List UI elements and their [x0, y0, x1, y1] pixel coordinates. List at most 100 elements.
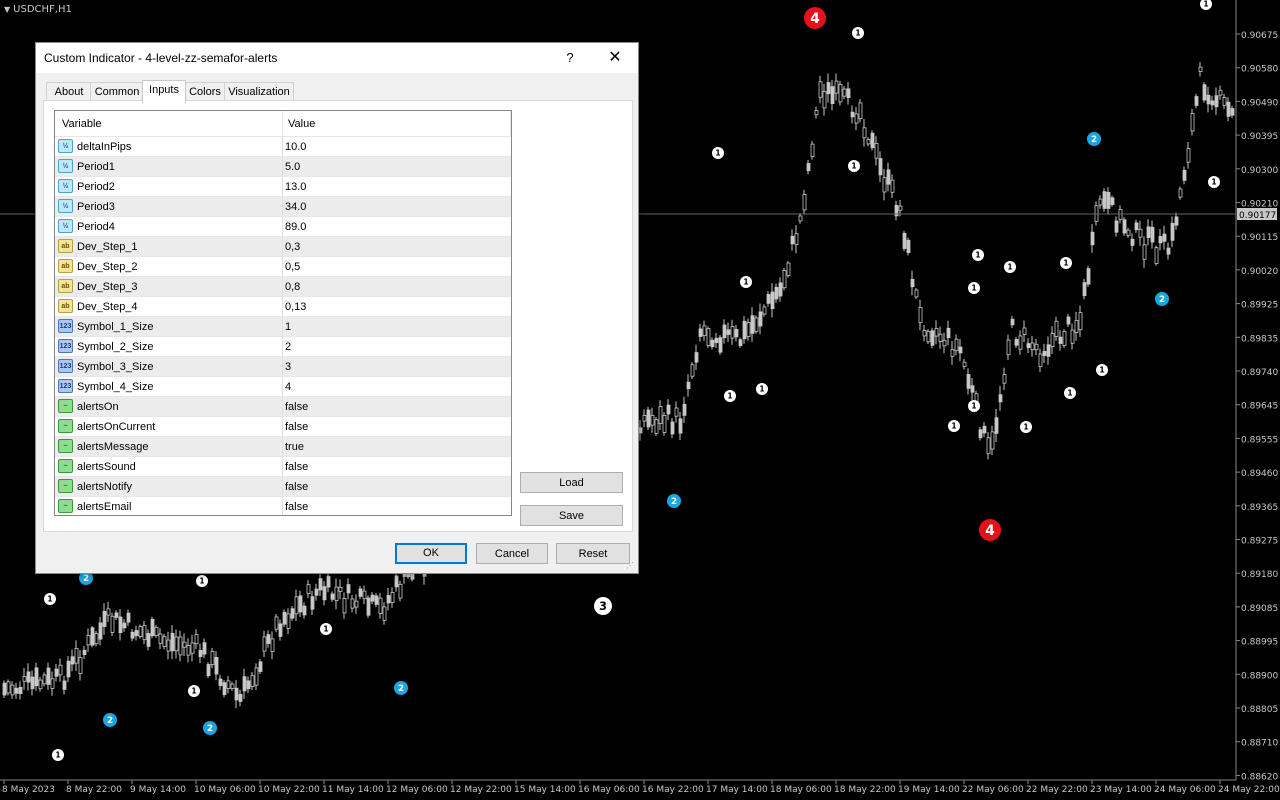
- candle-body: [958, 346, 963, 354]
- table-row[interactable]: ab Dev_Step_3 0,8: [55, 277, 511, 297]
- variable-value[interactable]: 34.0: [285, 201, 306, 213]
- candle-body: [1014, 339, 1019, 346]
- variable-value[interactable]: 5.0: [285, 161, 300, 173]
- table-row[interactable]: ½ Period4 89.0: [55, 217, 511, 237]
- variable-value[interactable]: 0,8: [285, 281, 300, 293]
- candle-body: [174, 636, 179, 652]
- candle-body: [198, 650, 203, 657]
- variable-value[interactable]: 4: [285, 381, 291, 393]
- candle-body: [806, 163, 811, 172]
- variable-value[interactable]: 89.0: [285, 221, 306, 233]
- candle-body: [234, 687, 239, 701]
- variable-value[interactable]: false: [285, 501, 308, 513]
- header-variable[interactable]: Variable: [62, 118, 102, 130]
- inputs-table[interactable]: Variable Value ½ deltaInPips 10.0 ½ Period1 5…: [54, 110, 512, 516]
- table-row[interactable]: ab Dev_Step_4 0,13: [55, 297, 511, 317]
- candle-body: [994, 417, 999, 434]
- candle-body: [710, 339, 715, 348]
- candle-body: [66, 660, 71, 678]
- table-row[interactable]: ½ Period1 5.0: [55, 157, 511, 177]
- candle-body: [1062, 330, 1067, 347]
- resize-grip-icon[interactable]: ⋰: [626, 561, 636, 571]
- table-row[interactable]: ½ Period2 13.0: [55, 177, 511, 197]
- candle-body: [970, 385, 975, 393]
- variable-value[interactable]: 2: [285, 341, 291, 353]
- candle-body: [1058, 336, 1063, 344]
- candle-body: [646, 409, 651, 428]
- tab-inputs[interactable]: Inputs: [142, 80, 186, 103]
- tab-colors[interactable]: Colors: [184, 82, 226, 102]
- table-row[interactable]: ~ alertsMessage true: [55, 437, 511, 457]
- price-tick-label: 0.89275: [1241, 537, 1278, 547]
- tab-common[interactable]: Common: [90, 82, 144, 102]
- reset-button[interactable]: Reset: [556, 543, 630, 564]
- table-row[interactable]: ~ alertsSound false: [55, 457, 511, 477]
- candle-body: [374, 595, 379, 605]
- candle-body: [842, 88, 847, 97]
- variable-value[interactable]: 3: [285, 361, 291, 373]
- level-1-marker-label: 1: [323, 625, 328, 634]
- candle-body: [262, 636, 267, 652]
- variable-value[interactable]: 13.0: [285, 181, 306, 193]
- candle-body: [74, 647, 79, 664]
- table-row[interactable]: ab Dev_Step_2 0,5: [55, 257, 511, 277]
- candle-body: [682, 403, 687, 416]
- price-tick-label: 0.90490: [1241, 98, 1278, 108]
- time-tick-label: 24 May 06:00: [1154, 785, 1216, 795]
- variable-value[interactable]: false: [285, 461, 308, 473]
- candle-body: [930, 330, 935, 346]
- load-button[interactable]: Load: [520, 472, 623, 493]
- header-divider[interactable]: [282, 111, 283, 136]
- table-row[interactable]: 123 Symbol_1_Size 1: [55, 317, 511, 337]
- string-type-icon: ab: [58, 239, 73, 253]
- variable-value[interactable]: false: [285, 481, 308, 493]
- cancel-button[interactable]: Cancel: [476, 543, 548, 564]
- variable-value[interactable]: 0,3: [285, 241, 300, 253]
- candle-body: [1010, 318, 1015, 326]
- time-tick-label: 12 May 06:00: [386, 785, 448, 795]
- candle-body: [654, 419, 659, 434]
- ok-button[interactable]: OK: [395, 543, 467, 564]
- table-row[interactable]: 123 Symbol_4_Size 4: [55, 377, 511, 397]
- table-row[interactable]: ½ Period3 34.0: [55, 197, 511, 217]
- variable-value[interactable]: 0,5: [285, 261, 300, 273]
- dialog-titlebar[interactable]: Custom Indicator - 4-level-zz-semafor-al…: [36, 43, 638, 73]
- variable-value[interactable]: 1: [285, 321, 291, 333]
- table-row[interactable]: ~ alertsOnCurrent false: [55, 417, 511, 437]
- candle-body: [1070, 329, 1075, 344]
- table-row[interactable]: ab Dev_Step_1 0,3: [55, 237, 511, 257]
- table-row[interactable]: ~ alertsOn false: [55, 397, 511, 417]
- save-button[interactable]: Save: [520, 505, 623, 526]
- variable-value[interactable]: true: [285, 441, 304, 453]
- price-tick-label: 0.89925: [1241, 301, 1278, 311]
- header-value[interactable]: Value: [288, 118, 315, 130]
- candle-body: [314, 588, 319, 596]
- candle-body: [766, 294, 771, 304]
- candle-body: [962, 361, 967, 367]
- tab-about[interactable]: About: [46, 82, 92, 102]
- table-row[interactable]: ~ alertsNotify false: [55, 477, 511, 497]
- candle-body: [214, 656, 219, 675]
- variable-name: Symbol_4_Size: [77, 381, 154, 393]
- variable-value[interactable]: 10.0: [285, 141, 306, 153]
- time-tick-label: 15 May 14:00: [514, 785, 576, 795]
- help-button[interactable]: ?: [558, 47, 582, 69]
- table-row[interactable]: 123 Symbol_2_Size 2: [55, 337, 511, 357]
- level-1-marker-label: 1: [715, 149, 720, 158]
- variable-value[interactable]: false: [285, 401, 308, 413]
- time-tick-label: 22 May 22:00: [1026, 785, 1088, 795]
- candle-body: [2, 682, 7, 696]
- table-header: Variable Value: [55, 111, 511, 137]
- table-row[interactable]: ½ deltaInPips 10.0: [55, 137, 511, 157]
- collapse-triangle-icon[interactable]: ▼: [4, 5, 10, 14]
- candle-body: [158, 633, 163, 644]
- table-row[interactable]: 123 Symbol_3_Size 3: [55, 357, 511, 377]
- variable-name: Dev_Step_1: [77, 241, 138, 253]
- variable-value[interactable]: false: [285, 421, 308, 433]
- close-icon[interactable]: ✕: [603, 47, 627, 69]
- tab-visualization[interactable]: Visualization: [224, 82, 294, 102]
- candle-body: [898, 205, 903, 211]
- time-tick-label: 16 May 22:00: [642, 785, 704, 795]
- variable-value[interactable]: 0,13: [285, 301, 306, 313]
- table-row[interactable]: ~ alertsEmail false: [55, 497, 511, 515]
